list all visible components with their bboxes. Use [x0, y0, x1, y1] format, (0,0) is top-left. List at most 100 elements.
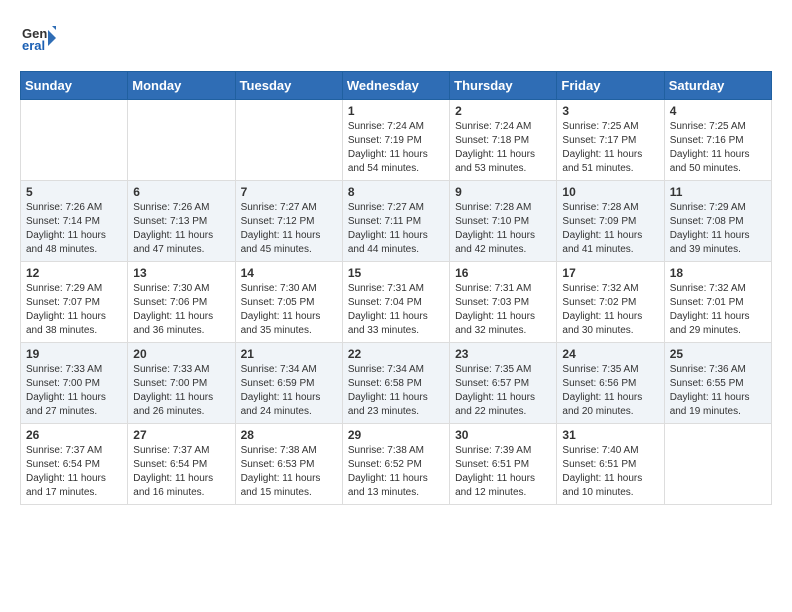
- day-cell: 2 Sunrise: 7:24 AMSunset: 7:18 PMDaylight…: [450, 100, 557, 181]
- day-info: Sunrise: 7:30 AMSunset: 7:06 PMDaylight:…: [133, 282, 229, 338]
- column-header-thursday: Thursday: [450, 72, 557, 100]
- day-cell: 7Sunrise: 7:27 AMSunset: 7:12 PMDaylight…: [235, 181, 342, 262]
- svg-text:eral: eral: [22, 38, 45, 53]
- day-number: 25: [670, 347, 766, 361]
- day-number: 20: [133, 347, 229, 361]
- day-number: 8: [348, 185, 444, 199]
- day-cell: 19 Sunrise: 7:33 AMSunset: 7:00 PMDayligh…: [21, 343, 128, 424]
- day-number: 4: [670, 104, 766, 118]
- day-number: 18: [670, 266, 766, 280]
- day-cell: 10 Sunrise: 7:28 AMSunset: 7:09 PMDayligh…: [557, 181, 664, 262]
- day-number: 1: [348, 104, 444, 118]
- day-cell: 11 Sunrise: 7:29 AMSunset: 7:08 PMDayligh…: [664, 181, 771, 262]
- day-number: 19: [26, 347, 122, 361]
- day-info: Sunrise: 7:28 AMSunset: 7:10 PMDaylight:…: [455, 201, 551, 257]
- page-header: Gen eral: [20, 20, 772, 61]
- day-cell: 8 Sunrise: 7:27 AMSunset: 7:11 PMDaylight…: [342, 181, 449, 262]
- day-number: 13: [133, 266, 229, 280]
- day-cell: 13 Sunrise: 7:30 AMSunset: 7:06 PMDayligh…: [128, 262, 235, 343]
- day-cell: [128, 100, 235, 181]
- day-info: Sunrise: 7:25 AMSunset: 7:17 PMDaylight:…: [562, 120, 658, 176]
- day-cell: 9 Sunrise: 7:28 AMSunset: 7:10 PMDaylight…: [450, 181, 557, 262]
- day-cell: 6Sunrise: 7:26 AMSunset: 7:13 PMDaylight…: [128, 181, 235, 262]
- day-info: Sunrise: 7:36 AMSunset: 6:55 PMDaylight:…: [670, 363, 766, 419]
- day-number: 2: [455, 104, 551, 118]
- day-info: Sunrise: 7:26 AMSunset: 7:14 PMDaylight:…: [26, 201, 122, 257]
- week-row-5: 26Sunrise: 7:37 AMSunset: 6:54 PMDayligh…: [21, 424, 772, 505]
- day-info: Sunrise: 7:26 AMSunset: 7:13 PMDaylight:…: [133, 201, 229, 257]
- day-info: Sunrise: 7:28 AMSunset: 7:09 PMDaylight:…: [562, 201, 658, 257]
- day-info: Sunrise: 7:37 AMSunset: 6:54 PMDaylight:…: [133, 444, 229, 500]
- day-number: 27: [133, 428, 229, 442]
- day-info: Sunrise: 7:31 AMSunset: 7:03 PMDaylight:…: [455, 282, 551, 338]
- day-cell: 3 Sunrise: 7:25 AMSunset: 7:17 PMDaylight…: [557, 100, 664, 181]
- day-cell: 22 Sunrise: 7:34 AMSunset: 6:58 PMDayligh…: [342, 343, 449, 424]
- day-info: Sunrise: 7:33 AMSunset: 7:00 PMDaylight:…: [26, 363, 122, 419]
- day-cell: 12Sunrise: 7:29 AMSunset: 7:07 PMDayligh…: [21, 262, 128, 343]
- day-info: Sunrise: 7:33 AMSunset: 7:00 PMDaylight:…: [133, 363, 229, 419]
- day-info: Sunrise: 7:24 AMSunset: 7:18 PMDaylight:…: [455, 120, 551, 176]
- day-info: Sunrise: 7:29 AMSunset: 7:08 PMDaylight:…: [670, 201, 766, 257]
- day-number: 3: [562, 104, 658, 118]
- column-header-friday: Friday: [557, 72, 664, 100]
- day-info: Sunrise: 7:34 AMSunset: 6:59 PMDaylight:…: [241, 363, 337, 419]
- day-info: Sunrise: 7:35 AMSunset: 6:56 PMDaylight:…: [562, 363, 658, 419]
- week-row-4: 19 Sunrise: 7:33 AMSunset: 7:00 PMDayligh…: [21, 343, 772, 424]
- day-number: 11: [670, 185, 766, 199]
- day-number: 5: [26, 185, 122, 199]
- day-cell: 23 Sunrise: 7:35 AMSunset: 6:57 PMDayligh…: [450, 343, 557, 424]
- day-info: Sunrise: 7:25 AMSunset: 7:16 PMDaylight:…: [670, 120, 766, 176]
- day-info: Sunrise: 7:40 AMSunset: 6:51 PMDaylight:…: [562, 444, 658, 500]
- logo-icon: Gen eral: [20, 20, 56, 61]
- day-info: Sunrise: 7:27 AMSunset: 7:11 PMDaylight:…: [348, 201, 444, 257]
- day-cell: [664, 424, 771, 505]
- calendar-table: SundayMondayTuesdayWednesdayThursdayFrid…: [20, 71, 772, 505]
- week-row-1: 1 Sunrise: 7:24 AMSunset: 7:19 PMDaylight…: [21, 100, 772, 181]
- day-cell: 20 Sunrise: 7:33 AMSunset: 7:00 PMDayligh…: [128, 343, 235, 424]
- day-info: Sunrise: 7:29 AMSunset: 7:07 PMDaylight:…: [26, 282, 122, 338]
- day-number: 14: [241, 266, 337, 280]
- day-number: 10: [562, 185, 658, 199]
- day-cell: 28 Sunrise: 7:38 AMSunset: 6:53 PMDayligh…: [235, 424, 342, 505]
- day-number: 22: [348, 347, 444, 361]
- day-cell: [235, 100, 342, 181]
- day-number: 9: [455, 185, 551, 199]
- day-cell: 4 Sunrise: 7:25 AMSunset: 7:16 PMDaylight…: [664, 100, 771, 181]
- day-cell: 1 Sunrise: 7:24 AMSunset: 7:19 PMDaylight…: [342, 100, 449, 181]
- day-cell: 16 Sunrise: 7:31 AMSunset: 7:03 PMDayligh…: [450, 262, 557, 343]
- day-number: 29: [348, 428, 444, 442]
- day-info: Sunrise: 7:32 AMSunset: 7:01 PMDaylight:…: [670, 282, 766, 338]
- day-number: 28: [241, 428, 337, 442]
- day-number: 17: [562, 266, 658, 280]
- week-row-3: 12Sunrise: 7:29 AMSunset: 7:07 PMDayligh…: [21, 262, 772, 343]
- day-cell: 17 Sunrise: 7:32 AMSunset: 7:02 PMDayligh…: [557, 262, 664, 343]
- day-info: Sunrise: 7:32 AMSunset: 7:02 PMDaylight:…: [562, 282, 658, 338]
- column-header-tuesday: Tuesday: [235, 72, 342, 100]
- day-info: Sunrise: 7:39 AMSunset: 6:51 PMDaylight:…: [455, 444, 551, 500]
- day-cell: 26Sunrise: 7:37 AMSunset: 6:54 PMDayligh…: [21, 424, 128, 505]
- day-number: 23: [455, 347, 551, 361]
- day-cell: 24Sunrise: 7:35 AMSunset: 6:56 PMDayligh…: [557, 343, 664, 424]
- day-cell: 18 Sunrise: 7:32 AMSunset: 7:01 PMDayligh…: [664, 262, 771, 343]
- column-header-wednesday: Wednesday: [342, 72, 449, 100]
- day-cell: 21 Sunrise: 7:34 AMSunset: 6:59 PMDayligh…: [235, 343, 342, 424]
- day-cell: [21, 100, 128, 181]
- day-number: 31: [562, 428, 658, 442]
- day-cell: 30 Sunrise: 7:39 AMSunset: 6:51 PMDayligh…: [450, 424, 557, 505]
- day-cell: 15 Sunrise: 7:31 AMSunset: 7:04 PMDayligh…: [342, 262, 449, 343]
- day-number: 21: [241, 347, 337, 361]
- day-number: 30: [455, 428, 551, 442]
- day-cell: 31 Sunrise: 7:40 AMSunset: 6:51 PMDayligh…: [557, 424, 664, 505]
- column-header-sunday: Sunday: [21, 72, 128, 100]
- day-cell: 27 Sunrise: 7:37 AMSunset: 6:54 PMDayligh…: [128, 424, 235, 505]
- day-info: Sunrise: 7:24 AMSunset: 7:19 PMDaylight:…: [348, 120, 444, 176]
- day-info: Sunrise: 7:37 AMSunset: 6:54 PMDaylight:…: [26, 444, 122, 500]
- header-row: SundayMondayTuesdayWednesdayThursdayFrid…: [21, 72, 772, 100]
- day-info: Sunrise: 7:31 AMSunset: 7:04 PMDaylight:…: [348, 282, 444, 338]
- day-number: 15: [348, 266, 444, 280]
- day-info: Sunrise: 7:35 AMSunset: 6:57 PMDaylight:…: [455, 363, 551, 419]
- day-number: 7: [241, 185, 337, 199]
- day-number: 16: [455, 266, 551, 280]
- day-info: Sunrise: 7:38 AMSunset: 6:53 PMDaylight:…: [241, 444, 337, 500]
- day-info: Sunrise: 7:34 AMSunset: 6:58 PMDaylight:…: [348, 363, 444, 419]
